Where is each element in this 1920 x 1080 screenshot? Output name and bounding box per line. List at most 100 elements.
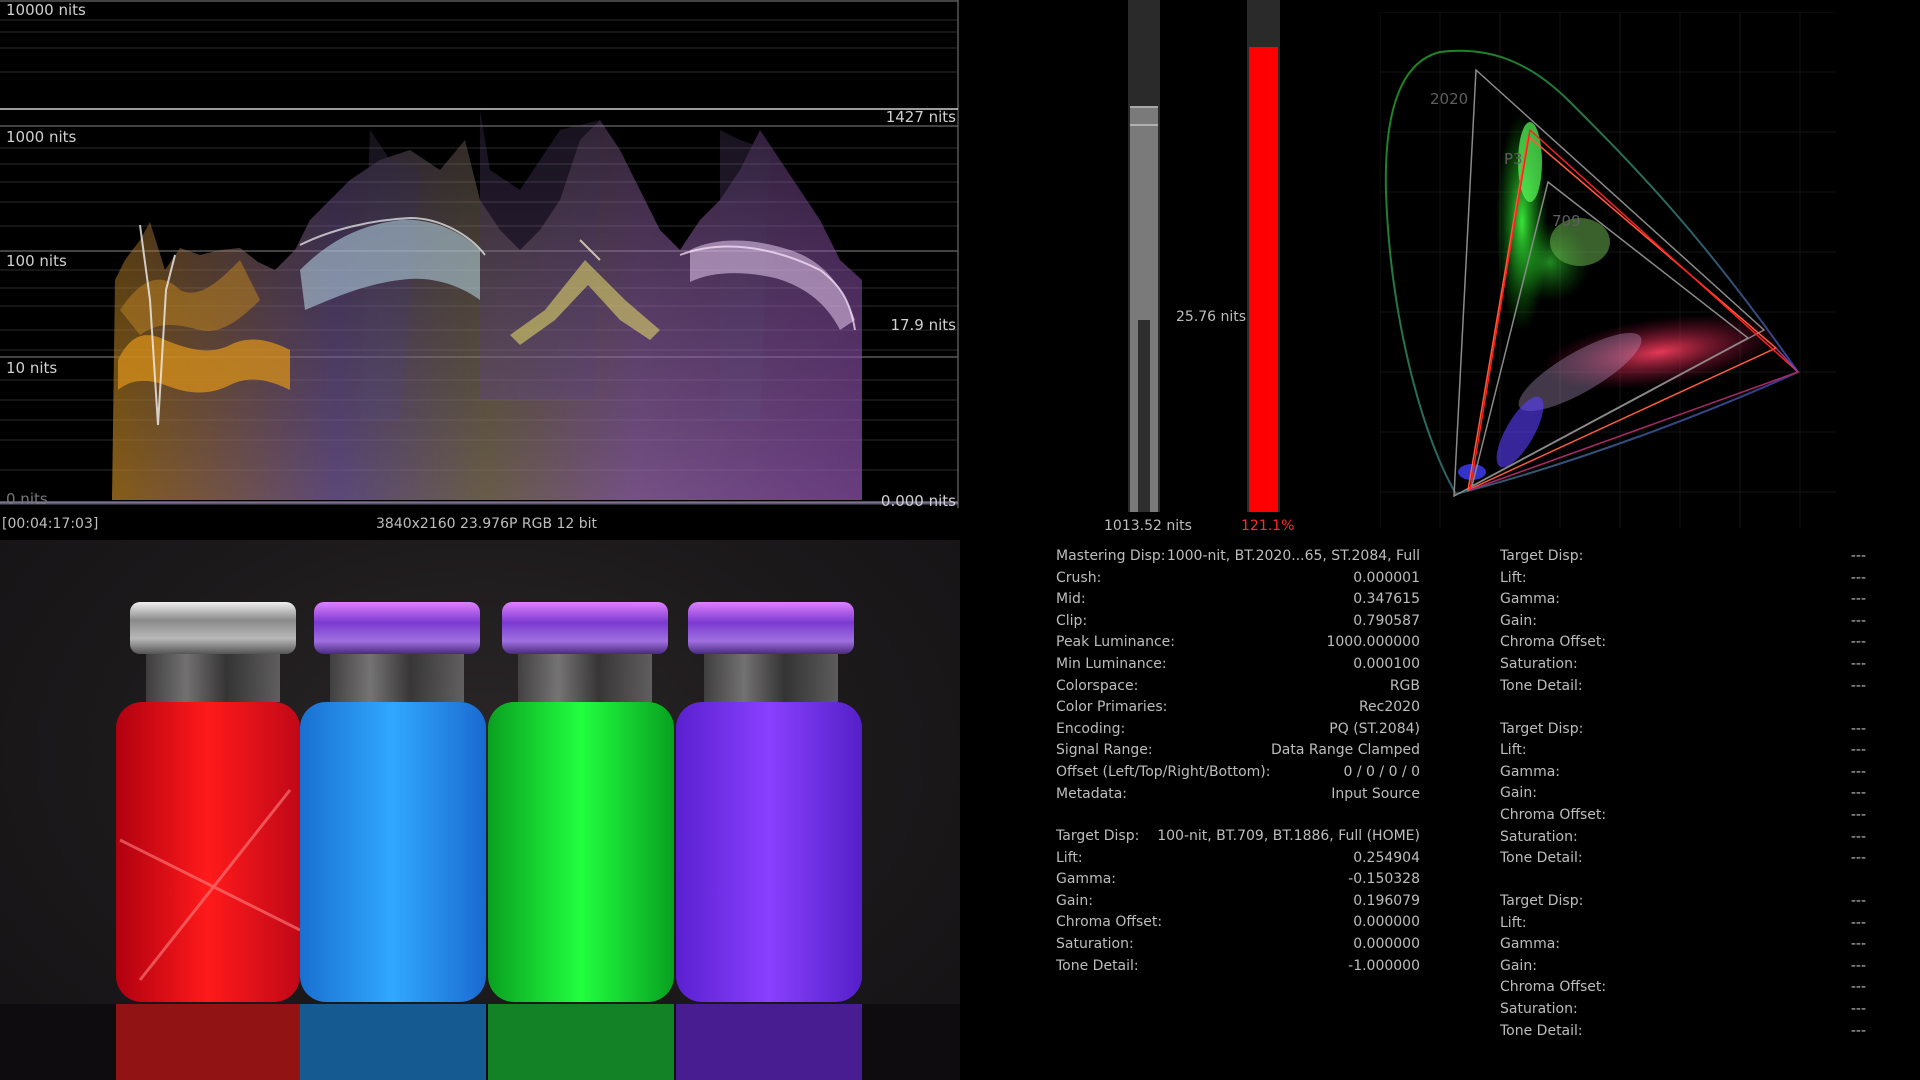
info-key: Gamma: (1500, 936, 1560, 953)
timecode: [00:04:17:03] (2, 516, 99, 532)
info-row: Offset (Left/Top/Right/Bottom): 0 / 0 / 0… (1056, 762, 1420, 782)
scale-label-10: 10 nits (6, 359, 58, 377)
info-row: Encoding: PQ (ST.2084) (1056, 719, 1420, 739)
info-value: --- (1850, 612, 1866, 629)
info-row: Target Disp: --- (1500, 546, 1866, 566)
gamut-label-2020: 2020 (1430, 90, 1469, 108)
info-value: 0.000000 (1353, 936, 1420, 952)
info-value: --- (1850, 850, 1866, 867)
info-value: -0.150328 (1348, 871, 1420, 888)
info-row: Gain: --- (1500, 956, 1866, 976)
luminance-waveform: 10000 nits 1000 nits 100 nits 10 nits 0 … (0, 0, 960, 510)
vial-red (116, 602, 301, 1080)
info-key: Mastering Disp: (1056, 548, 1166, 564)
info-value: --- (1850, 1001, 1866, 1017)
info-row: Gamma: --- (1500, 589, 1866, 609)
info-row: Tone Detail: --- (1500, 848, 1866, 868)
info-row: Gain: 0.196079 (1056, 891, 1420, 911)
info-row: Saturation: --- (1500, 999, 1866, 1019)
info-key: Offset (Left/Top/Right/Bottom): (1056, 764, 1271, 780)
info-row: Tone Detail: --- (1500, 1021, 1866, 1041)
info-row: Lift: --- (1500, 740, 1866, 760)
info-key: Saturation: (1500, 828, 1578, 845)
info-key: Tone Detail: (1500, 850, 1583, 867)
info-key: Color Primaries: (1056, 699, 1168, 716)
vial-violet (676, 602, 862, 1080)
info-row: Chroma Offset: --- (1500, 977, 1866, 997)
info-value: 0.347615 (1353, 591, 1420, 608)
info-row: Lift: 0.254904 (1056, 848, 1420, 868)
info-key: Gamma: (1056, 871, 1116, 888)
info-value: 0 / 0 / 0 / 0 (1343, 764, 1420, 780)
info-key: Min Luminance: (1056, 656, 1167, 672)
avg-luminance-value: 25.76 nits (1176, 309, 1247, 325)
info-row: Lift: --- (1500, 568, 1866, 588)
scale-label-100: 100 nits (6, 252, 67, 270)
info-value: --- (1850, 548, 1866, 564)
info-value: 0.254904 (1353, 849, 1420, 866)
video-preview (0, 540, 960, 1080)
info-row: Target Disp: --- (1500, 719, 1866, 739)
info-key: Clip: (1056, 612, 1088, 629)
info-key: Gain: (1056, 892, 1093, 909)
info-key: Target Disp: (1500, 720, 1584, 737)
gamut-fill (1249, 47, 1278, 512)
info-value: RGB (1389, 677, 1420, 694)
info-key: Chroma Offset: (1500, 634, 1607, 651)
info-row: Saturation: --- (1500, 654, 1866, 674)
info-value: --- (1850, 763, 1866, 780)
info-value: Data Range Clamped (1271, 742, 1420, 759)
info-value: --- (1850, 1022, 1866, 1039)
info-value: Input Source (1331, 785, 1420, 802)
info-row: Color Primaries: Rec2020 (1056, 697, 1420, 717)
video-format: 3840x2160 23.976P RGB 12 bit (376, 516, 598, 532)
info-value: -1.000000 (1348, 957, 1420, 974)
info-value: Rec2020 (1358, 699, 1420, 716)
info-key: Target Disp: (1056, 828, 1140, 844)
info-key: Lift: (1500, 742, 1527, 759)
info-value: --- (1850, 569, 1866, 586)
info-value: --- (1850, 914, 1866, 931)
scale-label-1000: 1000 nits (6, 128, 77, 146)
info-row: Gain: --- (1500, 611, 1866, 631)
min-nits-marker: 0.000 nits (880, 492, 956, 510)
info-value: PQ (ST.2084) (1329, 720, 1420, 737)
info-key: Target Disp: (1500, 548, 1584, 564)
max-nits-line (0, 108, 958, 110)
info-key: Gamma: (1500, 763, 1560, 780)
info-value: --- (1850, 979, 1866, 996)
info-key: Chroma Offset: (1500, 806, 1607, 823)
info-value: --- (1850, 720, 1866, 737)
info-row: Target Disp: --- (1500, 891, 1866, 911)
info-row: Min Luminance: 0.000100 (1056, 654, 1420, 674)
gamut-label-709: 709 (1552, 212, 1581, 230)
avg-nits-marker: 17.9 nits (890, 316, 956, 334)
info-row: Colorspace: RGB (1056, 676, 1420, 696)
info-value: 0.000001 (1353, 569, 1420, 586)
info-row: Peak Luminance: 1000.000000 (1056, 632, 1420, 652)
scale-label-10000: 10000 nits (6, 1, 86, 19)
info-key: Lift: (1500, 914, 1527, 931)
info-key: Lift: (1056, 849, 1083, 866)
info-value: 1000-nit, BT.2020...65, ST.2084, Full (1166, 548, 1420, 564)
info-value: 0.000100 (1353, 656, 1420, 672)
info-row: Gamma: -0.150328 (1056, 869, 1420, 889)
info-row: Saturation: --- (1500, 827, 1866, 847)
info-row: Chroma Offset: --- (1500, 632, 1866, 652)
info-key: Tone Detail: (1056, 957, 1139, 974)
info-value: 0.790587 (1353, 612, 1420, 629)
info-row: Metadata: Input Source (1056, 784, 1420, 804)
info-value: --- (1850, 742, 1866, 759)
info-value: 0.196079 (1353, 892, 1420, 909)
gamut-label-p3: P3 (1504, 150, 1523, 168)
info-value: --- (1850, 785, 1866, 802)
info-key: Gain: (1500, 785, 1537, 802)
cie-chromaticity-diagram: 2020 P3 709 (1379, 11, 1836, 528)
info-row: Chroma Offset: --- (1500, 805, 1866, 825)
vial-green (488, 602, 674, 1080)
info-row: Mastering Disp: 1000-nit, BT.2020...65, S… (1056, 546, 1420, 566)
info-row: Saturation: 0.000000 (1056, 934, 1420, 954)
info-row: Chroma Offset: 0.000000 (1056, 912, 1420, 932)
info-row: Gamma: --- (1500, 934, 1866, 954)
gamut-meter (1247, 0, 1280, 512)
